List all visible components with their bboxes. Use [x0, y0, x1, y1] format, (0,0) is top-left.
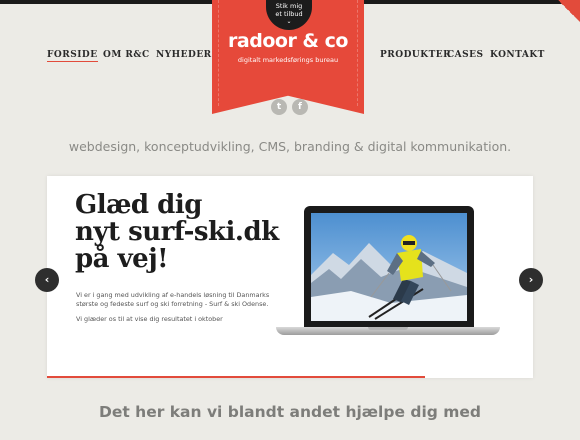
services-section-heading: Det her kan vi blandt andet hjælpe dig m…	[98, 403, 482, 421]
nav-item-cases[interactable]: CASES	[447, 50, 484, 60]
slide-description: Vi er i gang med udvikling af e-handels …	[76, 291, 276, 324]
chevron-left-icon: ‹	[44, 273, 50, 286]
nav-item-produkter[interactable]: PRODUKTER	[380, 50, 451, 60]
services-tagline: webdesign, konceptudvikling, CMS, brandi…	[68, 139, 512, 154]
laptop-lid	[304, 206, 474, 327]
slide-paragraph: Vi glæder os til at vise dig resultatet …	[76, 315, 223, 324]
brand-logo[interactable]: radoor & co	[222, 30, 354, 52]
slider-prev-button[interactable]: ‹	[35, 268, 59, 292]
twitter-icon[interactable]: t	[271, 99, 287, 115]
slider-next-button[interactable]: ›	[519, 268, 543, 292]
laptop-image	[276, 206, 500, 342]
nav-item-nyheder[interactable]: NYHEDER	[156, 50, 212, 60]
offer-badge-line2: et tilbud	[275, 10, 303, 18]
corner-ribbon	[558, 0, 580, 22]
slide-title-line: nyt surf-ski.dk	[75, 217, 279, 247]
slide-paragraph: Vi er i gang med udvikling af e-handels …	[76, 291, 270, 308]
slide-title-line: Glæd dig	[75, 190, 202, 220]
slide-title-line: på vej!	[75, 244, 169, 274]
skier-illustration	[311, 213, 467, 321]
skier-photo	[311, 213, 467, 321]
slide-title: Glæd dig nyt surf-ski.dk på vej!	[75, 192, 285, 273]
laptop-base	[276, 327, 500, 335]
facebook-icon[interactable]: f	[292, 99, 308, 115]
nav-item-forside[interactable]: FORSIDE	[47, 50, 98, 62]
chevron-right-icon: ›	[528, 273, 534, 286]
nav-item-kontakt[interactable]: KONTAKT	[490, 50, 545, 60]
offer-badge-line1: Stik mig	[275, 2, 303, 10]
nav-item-om-rc[interactable]: OM R&C	[103, 50, 150, 60]
brand-tagline: digitalt markedsførings bureau	[237, 56, 339, 64]
slide-progress-bar	[47, 376, 425, 378]
chevron-down-icon: ⌄	[286, 18, 292, 25]
